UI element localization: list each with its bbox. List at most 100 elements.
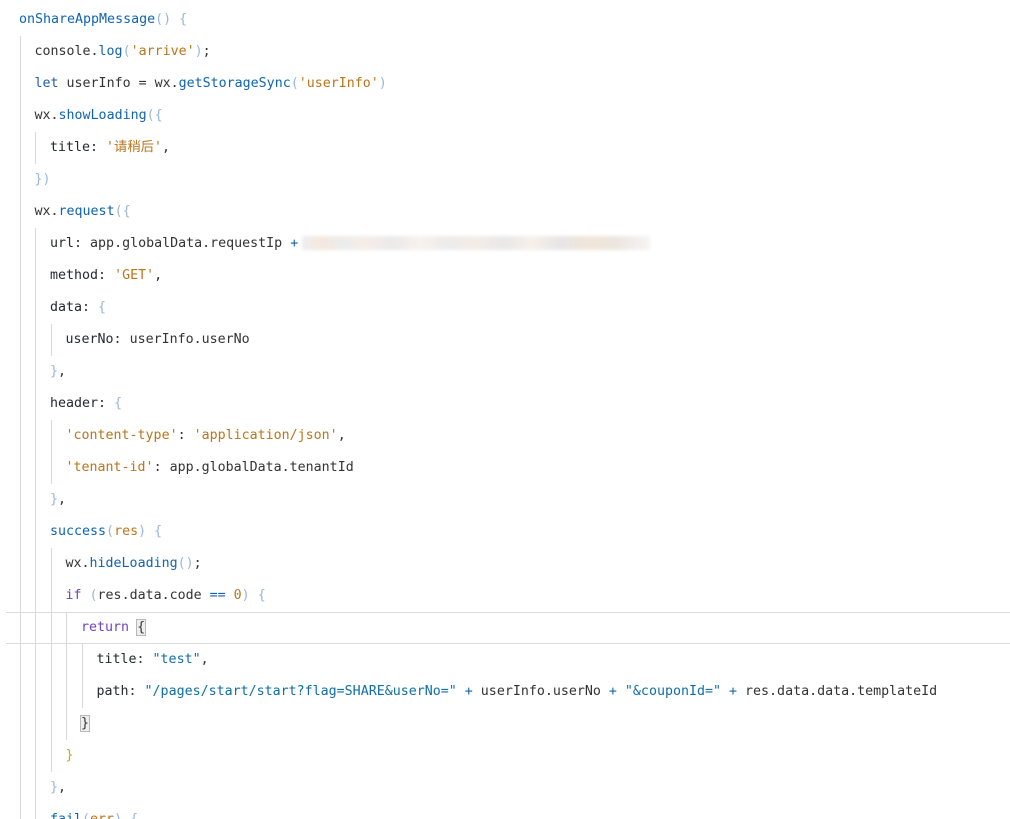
indent-guide <box>35 676 36 708</box>
code-line[interactable]: }, <box>0 356 1010 388</box>
code-line[interactable]: url: app.globalData.requestIp + <box>0 228 1010 260</box>
code-token: , <box>154 268 163 283</box>
code-token: 'arrive' <box>130 44 195 59</box>
code-line[interactable]: wx.hideLoading(); <box>0 548 1010 580</box>
code-token: { <box>98 300 107 315</box>
indent-guide <box>35 644 36 676</box>
indent-guide <box>19 740 21 772</box>
code-token: method <box>50 268 99 283</box>
code-line[interactable]: title: '请稍后', <box>0 132 1010 164</box>
code-area[interactable]: onShareAppMessage() {console.log('arrive… <box>0 4 1010 819</box>
code-token: wx. <box>65 556 90 571</box>
indent-guide <box>19 516 21 548</box>
indent-guide <box>35 292 36 324</box>
code-line[interactable]: } <box>0 740 1010 772</box>
code-token: { <box>114 396 123 411</box>
line-content: method: 'GET', <box>50 260 162 292</box>
indent-guide <box>50 644 52 676</box>
indent-guide <box>19 644 21 676</box>
indent-guide <box>19 772 21 804</box>
code-token: ) <box>114 812 122 819</box>
code-line[interactable]: wx.showLoading({ <box>0 100 1010 132</box>
code-line[interactable]: userNo: userInfo.userNo <box>0 324 1010 356</box>
code-token: userInfo.userNo <box>472 684 609 699</box>
line-content: header: { <box>50 388 122 420</box>
code-line[interactable]: fail(err) { <box>0 804 1010 819</box>
indent-guide <box>19 548 21 580</box>
code-line[interactable]: }, <box>0 772 1010 804</box>
code-token: "&couponId=" <box>624 684 721 699</box>
indent-guide <box>35 612 36 644</box>
code-token: onShareAppMessage <box>19 12 156 27</box>
indent-guide <box>50 612 52 644</box>
indent-guide <box>81 676 83 708</box>
indent-guide <box>19 324 21 356</box>
code-line[interactable]: 'content-type': 'application/json', <box>0 420 1010 452</box>
code-line[interactable]: }) <box>0 164 1010 196</box>
line-content: if (res.data.code == 0) { <box>66 580 266 612</box>
indent-guide <box>66 644 67 676</box>
code-line[interactable]: title: "test", <box>0 644 1010 676</box>
code-token: { <box>257 588 266 603</box>
line-content: path: "/pages/start/start?flag=SHARE&use… <box>97 676 938 708</box>
code-token: + <box>464 684 473 699</box>
indent-guide <box>19 484 21 516</box>
code-line[interactable]: header: { <box>0 388 1010 420</box>
line-content: title: '请稍后', <box>50 132 170 164</box>
code-token: hideLoading <box>89 556 178 571</box>
code-token: ( <box>82 812 90 819</box>
code-line[interactable]: } <box>0 708 1010 740</box>
code-token: if <box>65 588 82 603</box>
code-token: wx. <box>34 204 59 219</box>
code-token: success <box>50 524 107 539</box>
indent-guide <box>19 260 21 292</box>
line-content: onShareAppMessage() { <box>19 4 187 36</box>
code-line[interactable]: return { <box>0 612 1010 644</box>
code-token: res.data.code <box>97 588 210 603</box>
line-content: userNo: userInfo.userNo <box>66 324 250 356</box>
code-token: ( <box>106 524 115 539</box>
code-line[interactable]: console.log('arrive'); <box>0 36 1010 68</box>
code-token: : <box>90 140 107 155</box>
code-token: err <box>90 812 114 819</box>
code-line[interactable]: let userInfo = wx.getStorageSync('userIn… <box>0 68 1010 100</box>
code-line[interactable]: method: 'GET', <box>0 260 1010 292</box>
indent-guide <box>35 708 36 740</box>
code-line[interactable]: 'tenant-id': app.globalData.tenantId <box>0 452 1010 484</box>
code-token: ) <box>138 524 147 539</box>
code-token: { <box>130 812 138 819</box>
indent-guide <box>50 324 52 356</box>
code-line[interactable]: }, <box>0 484 1010 516</box>
code-token: : <box>74 236 91 251</box>
indent-guide <box>19 68 21 100</box>
code-token: title <box>50 140 91 155</box>
indent-guide <box>19 420 21 452</box>
code-line[interactable]: if (res.data.code == 0) { <box>0 580 1010 612</box>
code-token: 'content-type' <box>65 428 178 443</box>
line-content: wx.hideLoading(); <box>66 548 202 580</box>
code-token: ({ <box>114 204 131 219</box>
code-line[interactable]: wx.request({ <box>0 196 1010 228</box>
indent-guide <box>19 612 21 644</box>
indent-guide <box>35 580 36 612</box>
code-line[interactable]: success(res) { <box>0 516 1010 548</box>
code-token: fail <box>50 812 82 819</box>
code-token: } <box>50 492 59 507</box>
code-editor[interactable]: onShareAppMessage() {console.log('arrive… <box>0 0 1010 819</box>
active-line-highlight <box>6 612 1010 644</box>
code-token: 'GET' <box>114 268 155 283</box>
code-token: log <box>98 44 123 59</box>
code-token: ) <box>194 44 203 59</box>
redacted-text <box>302 236 651 250</box>
code-line[interactable]: data: { <box>0 292 1010 324</box>
code-line[interactable]: onShareAppMessage() { <box>0 4 1010 36</box>
indent-guide <box>35 516 36 548</box>
code-line[interactable]: path: "/pages/start/start?flag=SHARE&use… <box>0 676 1010 708</box>
code-token: , <box>58 780 67 795</box>
code-token: + <box>290 236 299 251</box>
